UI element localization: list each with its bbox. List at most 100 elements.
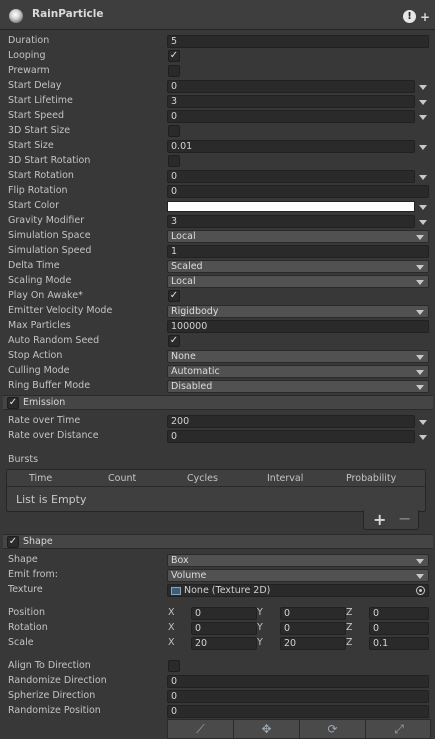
bursts-buttons: + − [363, 509, 419, 530]
add-module-icon[interactable]: + [420, 11, 430, 23]
scaling-mode-dropdown[interactable]: Local [167, 275, 429, 288]
auto-random-seed-checkbox[interactable]: ✓ [168, 335, 180, 347]
emit-from-dropdown[interactable]: Volume [167, 569, 429, 582]
simulation-space-dropdown[interactable]: Local [167, 230, 429, 243]
flip-rotation-row: Flip Rotation 0 [0, 184, 435, 199]
y-axis-label: Y [257, 622, 263, 633]
max-particles-row: Max Particles 100000 [0, 319, 435, 334]
rotation-label: Rotation [8, 622, 48, 633]
start-rotation-mode-dropdown[interactable] [419, 175, 427, 180]
start-delay-mode-dropdown[interactable] [419, 85, 427, 90]
culling-mode-dropdown[interactable]: Automatic [167, 365, 429, 378]
start-color-row: Start Color [0, 199, 435, 214]
simulation-space-row: Simulation Space Local [0, 229, 435, 244]
scale-y-field[interactable]: 20 [280, 637, 346, 650]
flip-rotation-field[interactable]: 0 [167, 185, 429, 198]
prewarm-checkbox[interactable] [168, 65, 180, 77]
delta-time-dropdown[interactable]: Scaled [167, 260, 429, 273]
spherize-direction-field[interactable]: 0 [167, 690, 429, 703]
object-picker-icon[interactable] [416, 586, 425, 595]
simulation-speed-row: Simulation Speed 1 [0, 244, 435, 259]
scale-icon[interactable]: ⤢ [366, 720, 432, 738]
gravity-modifier-field[interactable]: 3 [167, 215, 415, 228]
rate-over-time-mode-dropdown[interactable] [419, 420, 427, 425]
texture-icon [171, 587, 181, 595]
remove-burst-button[interactable]: − [398, 509, 411, 528]
start-size-field[interactable]: 0.01 [167, 140, 415, 153]
rotation-z-field[interactable]: 0 [369, 622, 429, 635]
warning-icon[interactable]: ! [403, 10, 416, 23]
rotation-x-field[interactable]: 0 [191, 622, 257, 635]
randomize-direction-field[interactable]: 0 [167, 675, 429, 688]
rate-over-distance-mode-dropdown[interactable] [419, 435, 427, 440]
position-x-field[interactable]: 0 [191, 607, 257, 620]
scale-label: Scale [8, 637, 34, 648]
emitter-velocity-mode-dropdown[interactable]: Rigidbody [167, 305, 429, 318]
ring-buffer-mode-dropdown[interactable]: Disabled [167, 380, 429, 393]
emitter-velocity-mode-value: Rigidbody [171, 306, 219, 317]
simulation-space-value: Local [171, 231, 196, 242]
auto-random-seed-label: Auto Random Seed [8, 335, 100, 346]
scale-z-field[interactable]: 0.1 [369, 637, 429, 650]
rotate-icon[interactable]: ⟳ [300, 720, 366, 738]
start-size-3d-checkbox[interactable] [168, 125, 180, 137]
scaling-mode-value: Local [171, 276, 196, 287]
z-axis-label: Z [346, 607, 353, 618]
start-speed-row: Start Speed 0 [0, 109, 435, 124]
rotation-y-field[interactable]: 0 [280, 622, 346, 635]
texture-row: Texture None (Texture 2D) [0, 583, 435, 598]
chevron-down-icon [416, 235, 424, 240]
shape-title: Shape [23, 536, 53, 547]
shape-type-value: Box [171, 555, 189, 566]
rate-over-time-row: Rate over Time 200 [0, 414, 435, 429]
rate-over-time-field[interactable]: 200 [167, 415, 415, 428]
texture-object-field[interactable]: None (Texture 2D) [167, 584, 429, 597]
chevron-down-icon [416, 310, 424, 315]
start-delay-field[interactable]: 0 [167, 80, 415, 93]
play-on-awake-checkbox[interactable]: ✓ [168, 290, 180, 302]
scaling-mode-row: Scaling Mode Local [0, 274, 435, 289]
max-particles-field[interactable]: 100000 [167, 320, 429, 333]
align-to-direction-checkbox[interactable] [168, 660, 180, 672]
randomize-position-label: Randomize Position [8, 705, 101, 716]
emission-section-header[interactable]: ✓ Emission [3, 395, 433, 410]
start-rotation-field[interactable]: 0 [167, 170, 415, 183]
start-color-mode-dropdown[interactable] [419, 205, 427, 210]
duration-field[interactable]: 5 [167, 35, 429, 48]
rate-over-distance-field[interactable]: 0 [167, 430, 415, 443]
max-particles-label: Max Particles [8, 320, 71, 331]
spherize-direction-row: Spherize Direction 0 [0, 689, 435, 704]
simulation-speed-label: Simulation Speed [8, 245, 92, 256]
emission-enabled-checkbox[interactable]: ✓ [7, 397, 19, 409]
position-z-field[interactable]: 0 [369, 607, 429, 620]
start-speed-field[interactable]: 0 [167, 110, 415, 123]
edit-shape-icon[interactable]: ⟋ [168, 720, 234, 738]
start-color-label: Start Color [8, 200, 60, 211]
start-rotation-3d-checkbox[interactable] [168, 155, 180, 167]
gravity-modifier-mode-dropdown[interactable] [419, 220, 427, 225]
spherize-direction-label: Spherize Direction [8, 690, 96, 701]
texture-label: Texture [8, 584, 43, 595]
stop-action-value: None [171, 351, 196, 362]
looping-checkbox[interactable]: ✓ [168, 50, 180, 62]
randomize-position-field[interactable]: 0 [167, 705, 429, 718]
z-axis-label: Z [346, 622, 353, 633]
delta-time-row: Delta Time Scaled [0, 259, 435, 274]
stop-action-dropdown[interactable]: None [167, 350, 429, 363]
move-icon[interactable]: ✥ [234, 720, 300, 738]
start-lifetime-field[interactable]: 3 [167, 95, 415, 108]
shape-type-dropdown[interactable]: Box [167, 554, 429, 567]
duration-row: Duration 5 [0, 34, 435, 49]
start-color-swatch[interactable] [167, 201, 415, 212]
position-y-field[interactable]: 0 [280, 607, 346, 620]
start-size-mode-dropdown[interactable] [419, 145, 427, 150]
emission-title: Emission [23, 397, 66, 408]
add-burst-button[interactable]: + [373, 510, 386, 529]
chevron-down-icon [416, 385, 424, 390]
start-lifetime-mode-dropdown[interactable] [419, 100, 427, 105]
start-speed-mode-dropdown[interactable] [419, 115, 427, 120]
shape-section-header[interactable]: ✓ Shape [3, 534, 433, 549]
scale-x-field[interactable]: 20 [191, 637, 257, 650]
shape-enabled-checkbox[interactable]: ✓ [7, 536, 19, 548]
simulation-speed-field[interactable]: 1 [167, 245, 429, 258]
